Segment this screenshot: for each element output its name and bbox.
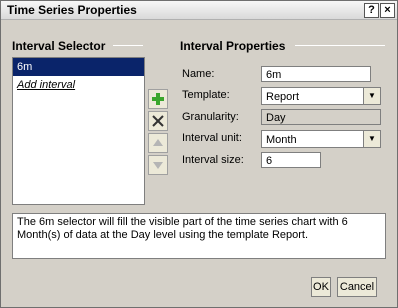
- chevron-down-icon[interactable]: ▼: [363, 88, 380, 104]
- description-text: The 6m selector will fill the visible pa…: [12, 213, 386, 259]
- add-interval-button[interactable]: [148, 89, 168, 109]
- move-up-icon: [153, 139, 163, 146]
- cancel-button[interactable]: Cancel: [337, 277, 377, 297]
- template-value: Report: [266, 91, 300, 103]
- interval-unit-value: Month: [266, 134, 297, 146]
- dialog-title: Time Series Properties: [7, 3, 137, 17]
- help-button[interactable]: ?: [364, 3, 379, 18]
- chevron-down-icon[interactable]: ▼: [363, 131, 380, 147]
- interval-list[interactable]: 6m Add interval: [12, 57, 145, 205]
- add-icon: [152, 93, 164, 105]
- move-down-button[interactable]: [148, 155, 168, 175]
- add-interval-link[interactable]: Add interval: [13, 76, 144, 94]
- interval-unit-select[interactable]: Month ▼: [261, 130, 381, 148]
- granularity-field: Day: [261, 109, 381, 125]
- list-item-6m[interactable]: 6m: [13, 58, 144, 76]
- delete-interval-button[interactable]: [148, 111, 168, 131]
- interval-unit-label: Interval unit:: [182, 132, 242, 144]
- interval-size-label: Interval size:: [182, 154, 244, 166]
- name-label: Name:: [182, 68, 215, 80]
- template-select[interactable]: Report ▼: [261, 87, 381, 105]
- granularity-label: Granularity:: [182, 111, 239, 123]
- interval-selector-heading: Interval Selector: [12, 39, 106, 53]
- move-down-icon: [153, 162, 163, 169]
- move-up-button[interactable]: [148, 133, 168, 153]
- template-label: Template:: [182, 89, 230, 101]
- delete-icon: [152, 115, 164, 127]
- divider: [113, 45, 143, 46]
- close-button[interactable]: ×: [380, 3, 395, 18]
- name-field[interactable]: 6m: [261, 66, 371, 82]
- interval-properties-heading: Interval Properties: [180, 39, 286, 53]
- time-series-properties-dialog: Time Series Properties ? × Interval Sele…: [0, 0, 398, 308]
- divider: [295, 45, 385, 46]
- ok-button[interactable]: OK: [311, 277, 331, 297]
- interval-size-field[interactable]: 6: [261, 152, 321, 168]
- title-bar: Time Series Properties ? ×: [1, 1, 397, 20]
